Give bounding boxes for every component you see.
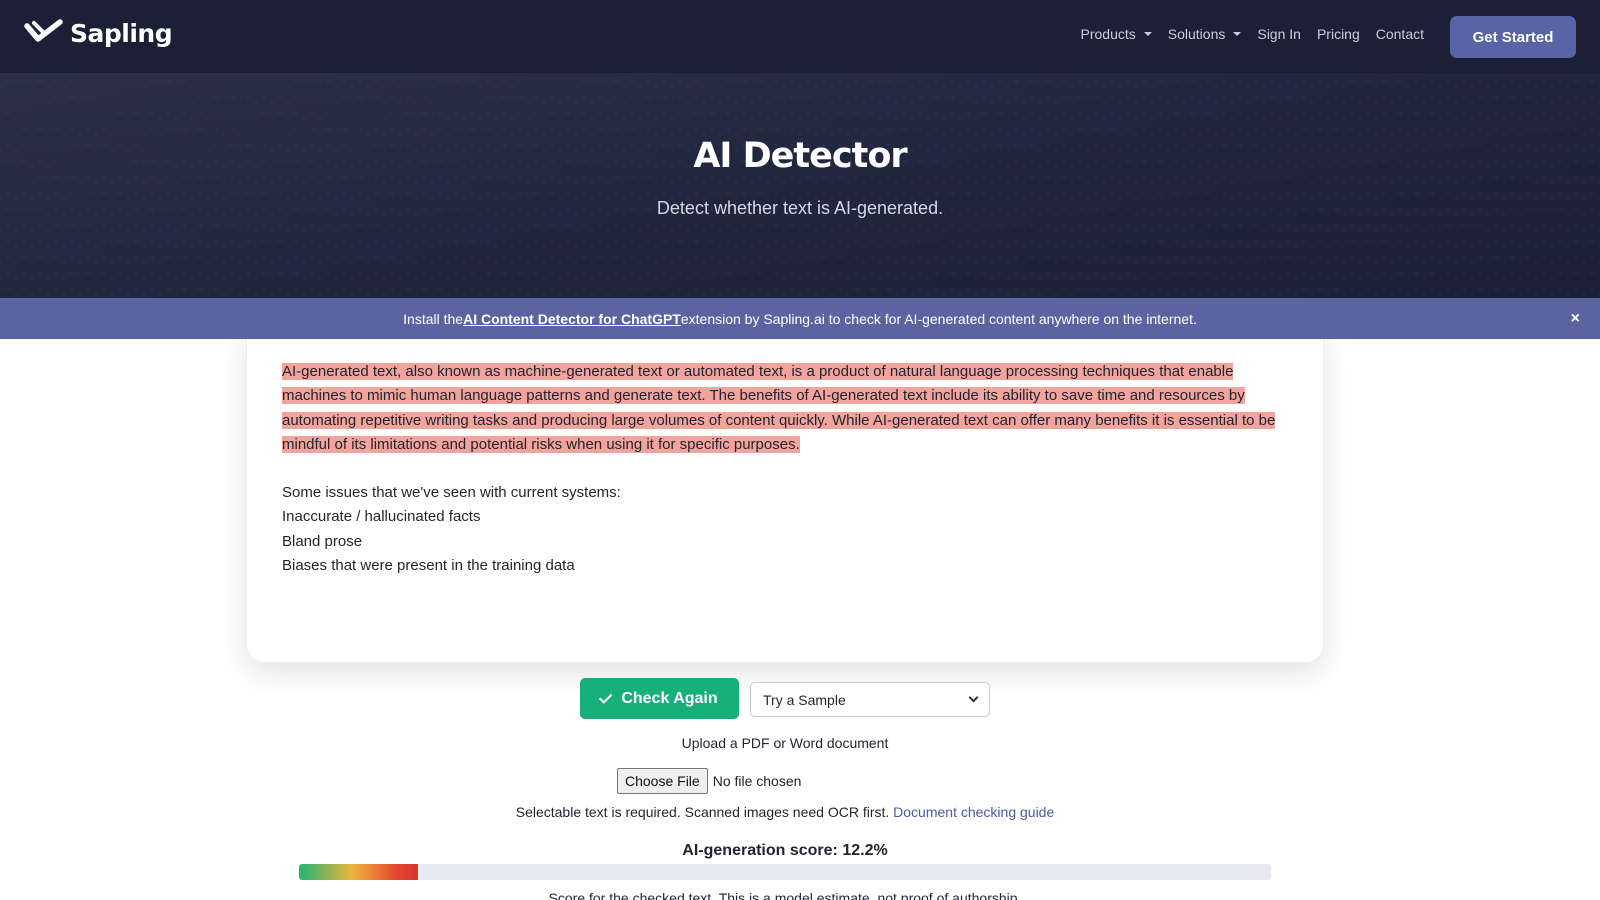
editor-line: Biases that were present in the training… — [282, 557, 575, 575]
try-sample-select[interactable]: Try a Sample — [750, 682, 990, 717]
check-again-label: Check Again — [621, 689, 718, 707]
sapling-logo-icon — [24, 19, 63, 42]
get-started-button[interactable]: Get Started — [1450, 16, 1576, 58]
hero-section: AI Detector Detect whether text is AI-ge… — [0, 73, 1600, 298]
file-input: Choose File No file chosen — [617, 768, 801, 794]
banner-suffix: extension by Sapling.ai to check for AI-… — [680, 310, 1197, 327]
text-editor[interactable]: AI-generated text, also known as machine… — [282, 360, 1287, 578]
checkmark-icon — [599, 690, 613, 704]
editor-line: Some issues that we've seen with current… — [282, 484, 621, 502]
editor-line: Inaccurate / hallucinated facts — [282, 508, 481, 526]
page-title: AI Detector — [693, 136, 907, 176]
nav-solutions-label: Solutions — [1167, 26, 1226, 42]
nav-products-dropdown[interactable]: Products — [1081, 26, 1152, 42]
nav-sign-in-link[interactable]: Sign In — [1257, 26, 1301, 42]
page-subtitle: Detect whether text is AI-generated. — [656, 198, 944, 218]
ai-score-bar — [299, 864, 1271, 880]
document-guide-link[interactable]: Document checking guide — [893, 804, 1054, 820]
chevron-down-icon — [1143, 32, 1152, 36]
extension-banner: Install the AI Content Detector for Chat… — [0, 298, 1600, 339]
nav-products-label: Products — [1080, 26, 1136, 42]
sample-select-value: Try a Sample — [763, 691, 846, 708]
banner-extension-link[interactable]: AI Content Detector for ChatGPT — [463, 311, 681, 327]
chevron-down-icon — [968, 692, 979, 703]
ocr-note-text: Selectable text is required. Scanned ima… — [515, 804, 894, 820]
brand-logo[interactable]: Sapling — [24, 18, 173, 48]
chevron-down-icon — [1233, 32, 1242, 36]
ai-score-label: AI-generation score: 12.2% — [682, 842, 888, 859]
editor-card: AI-generated text, also known as machine… — [246, 330, 1324, 663]
check-again-button[interactable]: Check Again — [580, 678, 739, 719]
nav-links: Products Solutions Sign In Pricing Conta… — [1081, 26, 1424, 42]
hero-dot-pattern — [0, 73, 1600, 298]
top-navbar: Sapling Products Solutions Sign In Prici… — [0, 0, 1600, 73]
upload-label: Upload a PDF or Word document — [681, 735, 889, 751]
nav-solutions-dropdown[interactable]: Solutions — [1168, 26, 1242, 42]
ai-score-bar-fill — [299, 864, 418, 880]
ai-highlighted-text: AI-generated text, also known as machine… — [282, 363, 1276, 453]
banner-prefix: Install the — [403, 310, 464, 327]
score-note: Score for the checked text. This is a mo… — [548, 890, 1022, 900]
ocr-note: Selectable text is required. Scanned ima… — [0, 804, 1570, 820]
file-status: No file chosen — [712, 773, 802, 789]
brand-name: Sapling — [70, 18, 173, 48]
close-icon[interactable]: × — [1571, 310, 1580, 328]
nav-contact-link[interactable]: Contact — [1376, 26, 1424, 42]
nav-pricing-link[interactable]: Pricing — [1317, 26, 1360, 42]
editor-line: Bland prose — [282, 532, 363, 550]
choose-file-button[interactable]: Choose File — [617, 768, 708, 794]
